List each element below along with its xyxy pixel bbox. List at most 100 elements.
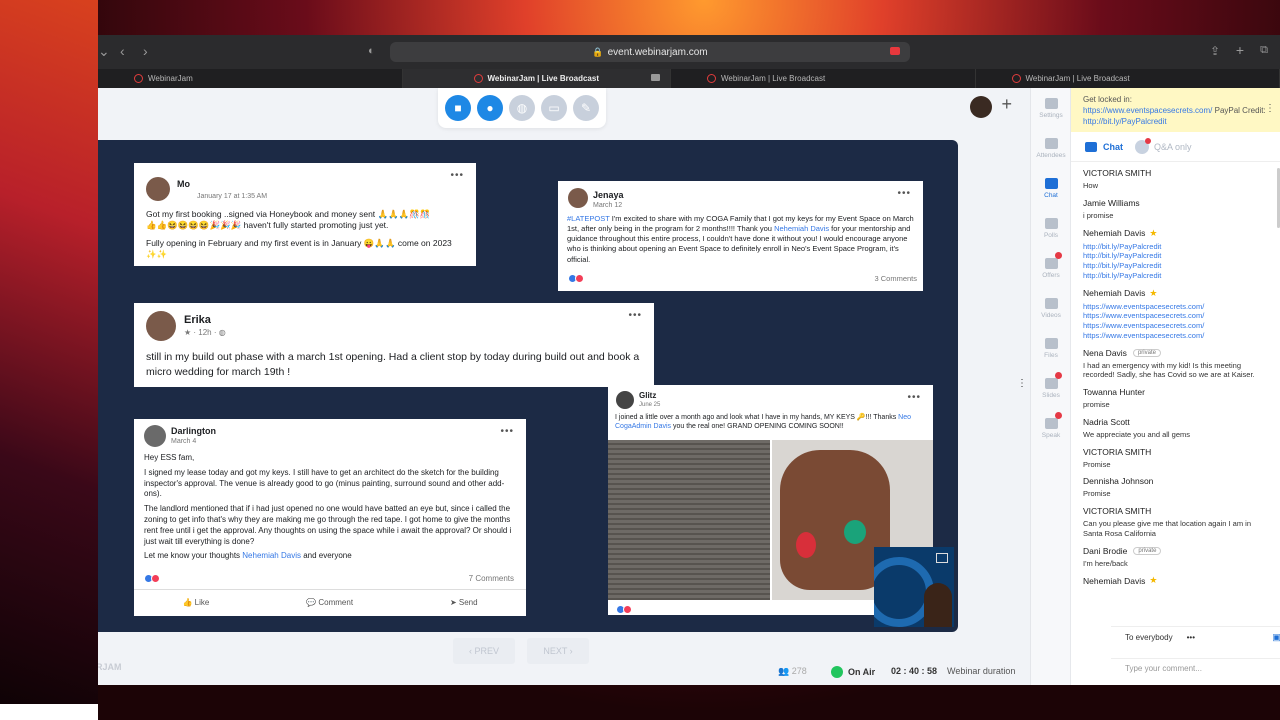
tab-overview-icon[interactable]: ⧉ — [1260, 44, 1268, 57]
tab-qa-only[interactable]: Q&A only — [1135, 137, 1192, 154]
recording-icon — [890, 47, 900, 55]
tab-live-broadcast-active[interactable]: WebinarJam | Live Broadcast — [402, 69, 671, 88]
sidebar-item-speak[interactable]: Speak — [1031, 408, 1071, 448]
camera-icon — [651, 74, 660, 81]
message-text: I'm here/back — [1083, 558, 1128, 568]
share-media-button[interactable]: ◍ — [509, 95, 535, 121]
next-slide-button[interactable]: NEXT › — [527, 638, 589, 664]
post-text: I joined a little over a month ago and l… — [615, 414, 912, 431]
notice-menu-icon[interactable]: ⋮ — [1265, 102, 1275, 116]
webinarjam-favicon-icon — [707, 74, 716, 83]
video-icon — [1044, 297, 1058, 309]
chat-tools-icons[interactable]: ▣ ? ☺ ♦ — [1272, 632, 1280, 643]
message-text[interactable]: http://bit.ly/PayPalcredit http://bit.ly… — [1083, 242, 1269, 281]
post-author: Erika — [184, 314, 211, 326]
panel-sidebar: Settings Attendees Chat Polls Offers Vid… — [1031, 88, 1071, 685]
camera-button[interactable]: ■ — [445, 95, 471, 121]
host-avatar[interactable] — [970, 96, 992, 118]
chat-message: Nena Davis private I had an emergency with… — [1083, 348, 1269, 381]
whiteboard-button[interactable]: ✎ — [573, 95, 599, 121]
reactions — [616, 605, 632, 617]
notice-link[interactable]: http://bit.ly/PayPalcredit — [1083, 117, 1167, 126]
notice-label: Get locked in: — [1083, 95, 1132, 104]
brand-logo: RJAM — [98, 662, 122, 672]
sidebar-item-videos[interactable]: Videos — [1031, 288, 1071, 328]
sidebar-item-settings[interactable]: Settings — [1031, 88, 1071, 128]
message-text[interactable]: https://www.eventspacesecrets.com/ https… — [1083, 302, 1269, 341]
post-menu-icon[interactable]: ••• — [907, 391, 921, 405]
tab-title: WebinarJam | Live Broadcast — [1025, 74, 1130, 83]
comment-count[interactable]: 7 Comments — [469, 574, 514, 585]
like-button[interactable]: 👍 Like — [182, 598, 209, 609]
post-menu-icon[interactable]: ••• — [897, 187, 911, 201]
sidebar-item-attendees[interactable]: Attendees — [1031, 128, 1071, 168]
users-icon — [1044, 137, 1058, 149]
reactions — [568, 274, 584, 286]
sidebar-item-files[interactable]: Files — [1031, 328, 1071, 368]
chat-bubble-icon — [1085, 141, 1097, 152]
tab-title: WebinarJam — [148, 74, 193, 83]
chat-message: Nehemiah Davis ★ http://bit.ly/PayPalcredi… — [1083, 228, 1269, 281]
message-text: promise — [1083, 400, 1110, 409]
comment-button[interactable]: 💬 Comment — [306, 598, 353, 609]
shield-icon[interactable]: ◐ — [368, 45, 375, 57]
send-button[interactable]: ➤ Send — [450, 598, 478, 609]
post-date: January 17 at 1:35 AM — [197, 193, 268, 200]
chart-icon — [1044, 217, 1058, 229]
post-menu-icon[interactable]: ••• — [500, 425, 514, 439]
post-meta: ★ · 12h · ◍ — [184, 328, 226, 337]
message-text: Promise — [1083, 489, 1111, 499]
add-presenter-icon[interactable]: + — [1001, 94, 1012, 115]
comment-count[interactable]: 3 Comments — [874, 274, 917, 284]
recipient-selector[interactable]: To everybody••• ▣ ? ☺ ♦ — [1111, 626, 1280, 648]
post-text: still in my build out phase with a march… — [146, 351, 640, 378]
tab-live-broadcast[interactable]: WebinarJam | Live Broadcast — [976, 69, 1280, 88]
post-jenaya: Jenaya March 12 ••• #LATEPOST I'm excite… — [558, 181, 923, 291]
sidebar-item-polls[interactable]: Polls — [1031, 208, 1071, 248]
screen-share-button[interactable]: ▭ — [541, 95, 567, 121]
sidebar-chevron-icon[interactable]: ⌄ — [98, 43, 110, 60]
tab-webinarjam[interactable]: WebinarJam — [98, 69, 403, 88]
url-text: event.webinarjam.com — [607, 47, 708, 58]
webinar-duration-label: Webinar duration — [947, 666, 1016, 676]
post-author: Jenaya — [593, 190, 624, 200]
avatar — [616, 391, 634, 409]
message-author: Nehemiah Davis ★ — [1083, 287, 1158, 299]
sidebar-item-slides[interactable]: Slides — [1031, 368, 1071, 408]
url-bar[interactable]: 🔒 event.webinarjam.com — [390, 42, 910, 62]
forward-icon[interactable]: › — [143, 43, 148, 59]
post-menu-icon[interactable]: ••• — [628, 309, 642, 323]
prev-slide-button[interactable]: ‹ PREV — [453, 638, 515, 664]
post-darlington: Darlington March 4 ••• Hey ESS fam, I si… — [134, 419, 526, 616]
tab-chat[interactable]: Chat — [1085, 141, 1123, 152]
message-author: Dennisha Johnson — [1083, 476, 1154, 487]
post-menu-icon[interactable]: ••• — [450, 169, 464, 183]
tab-live-broadcast[interactable]: WebinarJam | Live Broadcast — [671, 69, 976, 88]
message-text: Can you please give me that location aga… — [1083, 519, 1252, 538]
paperclip-icon — [1044, 337, 1058, 349]
chat-input[interactable]: Type your comment...› — [1111, 658, 1280, 682]
chat-message: Jamie Williams i promise — [1083, 198, 1269, 221]
new-tab-icon[interactable]: + — [1236, 42, 1244, 58]
message-text: I had an emergency with my kid! Is this … — [1083, 360, 1255, 380]
broadcast-controls: ■ ● ◍ ▭ ✎ — [438, 88, 606, 128]
post-author: Darlington — [171, 426, 216, 436]
sidebar-item-chat[interactable]: Chat — [1031, 168, 1071, 208]
back-icon[interactable]: ‹ — [120, 43, 125, 59]
reactions — [144, 574, 160, 587]
notice-link[interactable]: https://www.eventspacesecrets.com/ — [1083, 106, 1212, 115]
broadcast-footer: RJAM ‹ PREV NEXT › 👥 278 On Air 02 : 40 … — [98, 636, 1030, 685]
chat-message: Nehemiah Davis ★ https://www.eventspacesec… — [1083, 288, 1269, 341]
post-erika: Erika ★ · 12h · ◍ ••• still in my build … — [134, 303, 654, 387]
microphone-button[interactable]: ● — [477, 95, 503, 121]
hand-icon — [1044, 417, 1058, 429]
post-date: March 4 — [171, 438, 197, 445]
attendee-count: 👥 278 — [778, 666, 807, 676]
message-text: i promise — [1083, 210, 1114, 220]
share-icon[interactable]: ⇪ — [1210, 44, 1220, 58]
avatar — [144, 425, 166, 447]
panel-toggle-icon[interactable]: ⋮ — [1017, 378, 1027, 389]
sidebar-item-offers[interactable]: Offers — [1031, 248, 1071, 288]
post-text: Hey ESS fam, I signed my lease today and… — [144, 453, 512, 561]
chat-message: Towanna Hunter promise — [1083, 387, 1269, 410]
